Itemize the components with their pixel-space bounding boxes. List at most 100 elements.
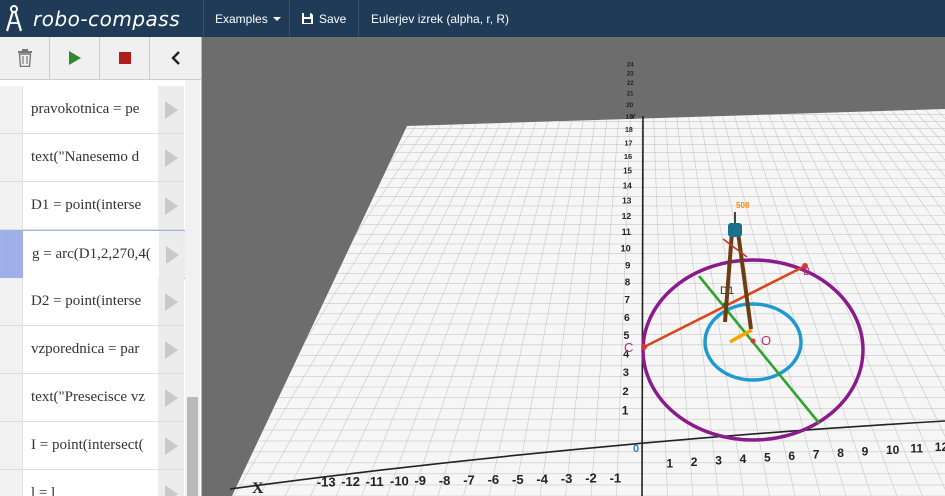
code-line-text[interactable]: text("Nanesemo d [31,134,155,181]
code-line-text[interactable]: D1 = point(interse [31,182,155,229]
x-tick-label: 10 [886,443,900,457]
nav-separator [203,0,204,37]
line-gutter [0,374,23,421]
play-line-icon [164,436,178,455]
code-sidebar: pravokotnica = pe text("Nanesemo d D1 = po… [0,37,202,496]
y-tick-label: 3 [623,367,629,379]
play-line-icon [164,484,178,496]
caret-down-icon [272,17,281,21]
y-tick-label: 21 [627,91,634,98]
run-button[interactable] [50,37,100,79]
y-tick-label: 20 [626,102,634,109]
point-c[interactable] [641,344,647,350]
point-o[interactable] [750,338,756,344]
top-navbar: robo-compass Examples Save Eulerjev izre… [0,0,945,37]
examples-dropdown[interactable]: Examples [215,0,281,37]
run-line-button[interactable] [158,278,184,325]
point-c-label: C [624,340,633,355]
x-tick-label: -3 [561,471,573,486]
save-button[interactable]: Save [301,0,346,37]
code-line-row[interactable]: l = l [0,470,184,496]
x-tick-label: 8 [837,446,844,460]
y-tick-label: 24 [627,63,634,69]
examples-label: Examples [215,11,268,26]
y-tick-label: 13 [622,196,632,206]
y-tick-label: 11 [622,227,631,237]
code-line-text[interactable]: pravokotnica = pe [31,86,155,133]
code-line-row[interactable]: g = arc(D1,2,270,4( [0,230,185,279]
run-line-button[interactable] [158,422,184,469]
code-line-text[interactable]: D2 = point(interse [31,278,155,325]
stop-button[interactable] [100,37,150,79]
scrollbar-thumb[interactable] [187,397,198,496]
line-gutter [1,231,23,278]
run-line-button[interactable] [158,326,184,373]
code-line-text[interactable]: g = arc(D1,2,270,4( [32,231,156,278]
app-logo[interactable]: robo-compass [0,0,203,37]
x-tick-label: 6 [788,449,795,463]
x-tick-label: 1 [666,457,673,471]
3d-canvas[interactable]: -13 -12 -11 -10 -9 -8 -7 -6 -5 -4 -3 -2 -1 1 2 3 4 5 6 7 8 9 1… [202,37,945,496]
y-tick-label: 12 [622,211,632,221]
sidebar-scrollbar[interactable] [185,80,200,496]
play-line-icon [164,196,178,215]
y-tick-label: 18 [625,127,633,134]
trash-icon [17,49,32,67]
x-tick-label: -12 [341,474,360,489]
delete-button[interactable] [0,37,50,79]
play-icon [68,51,81,65]
x-tick-label: 11 [910,442,923,456]
run-line-button[interactable] [158,134,184,181]
y-axis-label: Y [631,114,636,121]
code-line-row[interactable]: pravokotnica = pe [0,86,184,134]
x-tick-label: 7 [813,448,820,462]
play-line-icon [165,245,179,264]
x-tick-label: 4 [740,452,747,466]
x-axis-label: X [252,480,264,496]
app-name: robo-compass [33,6,181,31]
code-toolbar [0,37,201,80]
y-axis [641,115,644,496]
code-line-row[interactable]: I = point(intersect( [0,422,184,470]
x-tick-label: -6 [488,472,500,487]
line-gutter [0,86,23,133]
code-line-row[interactable]: text("Nanesemo d [0,134,184,182]
document-title: Eulerjev izrek (alpha, r, R) [371,11,510,26]
run-line-button[interactable] [158,470,184,496]
y-tick-label: 1 [622,404,629,417]
stop-icon [118,52,131,64]
code-line-row[interactable]: D1 = point(interse [0,182,184,230]
compass-icon [5,4,23,31]
code-line-text[interactable]: vzporednica = par [31,326,155,373]
code-line-text[interactable]: I = point(intersect( [31,422,155,469]
code-line-row[interactable]: text("Presecisce vz [0,374,184,422]
x-tick-label: -13 [317,475,336,490]
run-line-button[interactable] [158,374,184,421]
floppy-icon [302,13,313,24]
run-line-button[interactable] [159,231,185,278]
play-line-icon [164,148,178,167]
code-line-row[interactable]: D2 = point(interse [0,278,184,326]
x-tick-label: 2 [691,455,698,469]
y-tick-label: 16 [624,152,632,161]
line-gutter [0,134,23,181]
run-line-button[interactable] [158,86,184,133]
play-line-icon [164,388,178,407]
line-gutter [0,278,23,325]
run-line-button[interactable] [158,182,184,229]
line-gutter [0,182,23,229]
y-tick-label: 8 [625,278,631,289]
x-tick-label: 5 [764,451,771,465]
point-o-label: O [761,333,771,348]
y-tick-label: 6 [624,313,630,324]
y-tick-label: 22 [627,81,634,87]
x-tick-label: -11 [366,474,384,489]
code-line-text[interactable]: l = l [31,470,155,496]
collapse-sidebar-button[interactable] [151,37,200,79]
origin-label: 0 [633,443,639,455]
y-tick-label: 2 [622,386,628,398]
x-tick-label: 9 [862,445,869,459]
code-line-text[interactable]: text("Presecisce vz [31,374,155,421]
y-tick-label: 10 [620,244,630,254]
code-line-row[interactable]: vzporednica = par [0,326,184,374]
